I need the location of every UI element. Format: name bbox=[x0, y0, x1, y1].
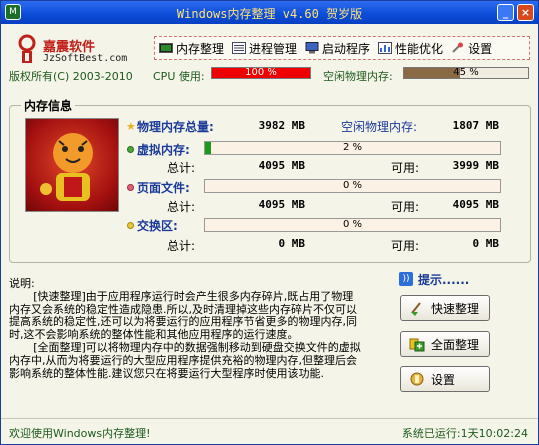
swap-total-label: 总计: bbox=[167, 239, 196, 253]
menu-memory-cleanup[interactable]: 内存整理 bbox=[155, 38, 228, 58]
full-cleanup-icon bbox=[409, 338, 425, 352]
menu-label: 内存整理 bbox=[176, 41, 225, 56]
menu-process-manager[interactable]: 进程管理 bbox=[228, 38, 301, 58]
status-bar: 欢迎使用Windows内存整理! 系统已运行:1天10:02:24 bbox=[1, 418, 538, 444]
swap-total-value: 0 MB bbox=[278, 237, 306, 250]
quick-cleanup-label: 快速整理 bbox=[431, 301, 480, 316]
page-file-percent: 0 % bbox=[342, 180, 363, 191]
menu-label: 性能优化 bbox=[395, 41, 444, 56]
settings-hand-icon bbox=[410, 372, 424, 386]
performance-icon bbox=[378, 42, 393, 54]
description-quick: [快速整理]由于应用程序运行时会产生很多内存碎片,既占用了物理内存又会系统的稳定… bbox=[9, 289, 357, 342]
menu-label: 进程管理 bbox=[249, 41, 298, 56]
description-title: 说明: bbox=[9, 277, 35, 290]
swap-bar: 0 % bbox=[204, 218, 501, 232]
settings-label: 设置 bbox=[431, 372, 456, 387]
free-memory-bar: 45 % bbox=[403, 67, 529, 79]
menu-startup-programs[interactable]: 启动程序 bbox=[301, 38, 374, 58]
description-panel: 说明: [快速整理]由于应用程序运行时会产生很多内存碎片,既占用了物理内存又会系… bbox=[9, 277, 364, 380]
virtual-memory-percent: 2 % bbox=[342, 142, 363, 153]
minimize-button[interactable]: _ bbox=[497, 4, 514, 21]
pagefile-bullet-icon bbox=[127, 184, 134, 191]
virtual-available-label: 可用: bbox=[391, 161, 420, 175]
menu-label: 设置 bbox=[468, 41, 493, 56]
physical-memory-label: 物理内存总量: bbox=[137, 120, 214, 134]
tip-link[interactable]: 提示...... bbox=[418, 271, 469, 288]
free-memory-text: 45 % bbox=[453, 67, 479, 78]
tiger-mascot-icon bbox=[40, 133, 93, 201]
star-bullet-icon: ★ bbox=[126, 120, 136, 133]
quick-cleanup-button[interactable]: 快速整理 bbox=[400, 295, 490, 321]
close-button[interactable]: × bbox=[517, 4, 534, 21]
menu-settings[interactable]: 设置 bbox=[447, 38, 496, 58]
virtual-available-value: 3999 MB bbox=[452, 159, 499, 172]
brand-logo-icon bbox=[18, 34, 36, 63]
swap-available-value: 0 MB bbox=[472, 237, 500, 250]
broom-icon bbox=[411, 302, 421, 316]
swap-percent: 0 % bbox=[342, 219, 363, 230]
free-memory-label: 空闲物理内存: bbox=[323, 70, 393, 83]
process-list-icon bbox=[232, 42, 247, 54]
swap-label: 交换区: bbox=[137, 219, 178, 233]
menu-label: 启动程序 bbox=[322, 41, 371, 56]
full-cleanup-label: 全面整理 bbox=[431, 337, 480, 352]
pagefile-available-label: 可用: bbox=[391, 200, 420, 214]
pagefile-total-value: 4095 MB bbox=[258, 198, 305, 211]
startup-computer-icon bbox=[305, 42, 319, 54]
cpu-usage-label: CPU 使用: bbox=[153, 70, 205, 83]
physical-memory-total: 3982 MB bbox=[258, 119, 305, 132]
window-title: Windows内存整理 v4.60 贺岁版 bbox=[176, 7, 363, 21]
virtual-memory-bar: 2 % bbox=[204, 141, 501, 155]
brand-url: JzSoftBest.com bbox=[43, 53, 128, 64]
settings-icon bbox=[452, 42, 464, 53]
main-menu: 内存整理 进程管理 启动程序 性能优化 设置 bbox=[154, 36, 530, 60]
status-welcome: 欢迎使用Windows内存整理! bbox=[9, 427, 151, 440]
cpu-usage-bar: 100 % bbox=[211, 67, 311, 79]
memory-info-title: 内存信息 bbox=[21, 97, 76, 114]
pagefile-total-label: 总计: bbox=[167, 200, 196, 214]
menu-performance-optimization[interactable]: 性能优化 bbox=[374, 38, 447, 58]
free-physical-value: 1807 MB bbox=[452, 119, 499, 132]
copyright-text: 版权所有(C) 2003-2010 bbox=[9, 70, 133, 83]
virtual-memory-label: 虚拟内存: bbox=[137, 143, 190, 157]
pagefile-available-value: 4095 MB bbox=[452, 198, 499, 211]
page-file-label: 页面文件: bbox=[137, 181, 190, 195]
free-physical-label: 空闲物理内存: bbox=[341, 120, 418, 134]
status-uptime: 系统已运行:1天10:02:24 bbox=[401, 427, 528, 440]
full-cleanup-button[interactable]: 全面整理 bbox=[400, 331, 490, 357]
virtual-bullet-icon bbox=[127, 146, 134, 153]
settings-button[interactable]: 设置 bbox=[400, 366, 490, 392]
app-window: M Windows内存整理 v4.60 贺岁版 _ × 嘉震软件 JzSoftB… bbox=[0, 0, 539, 445]
virtual-total-label: 总计: bbox=[167, 161, 196, 175]
virtual-total-value: 4095 MB bbox=[258, 159, 305, 172]
swap-available-label: 可用: bbox=[391, 239, 420, 253]
memory-chip-icon bbox=[159, 43, 173, 53]
description-full: [全面整理]可以将物理内存中的数据强制移动到硬盘交换文件的虚拟内存中,从而为将要… bbox=[9, 340, 361, 380]
cpu-usage-text: 100 % bbox=[245, 67, 277, 78]
title-bar[interactable]: M Windows内存整理 v4.60 贺岁版 _ × bbox=[1, 1, 538, 24]
tiger-mascot-image bbox=[25, 118, 119, 212]
page-file-bar: 0 % bbox=[204, 179, 501, 193]
swap-bullet-icon bbox=[127, 222, 134, 229]
rss-tip-icon: )) bbox=[399, 272, 413, 286]
